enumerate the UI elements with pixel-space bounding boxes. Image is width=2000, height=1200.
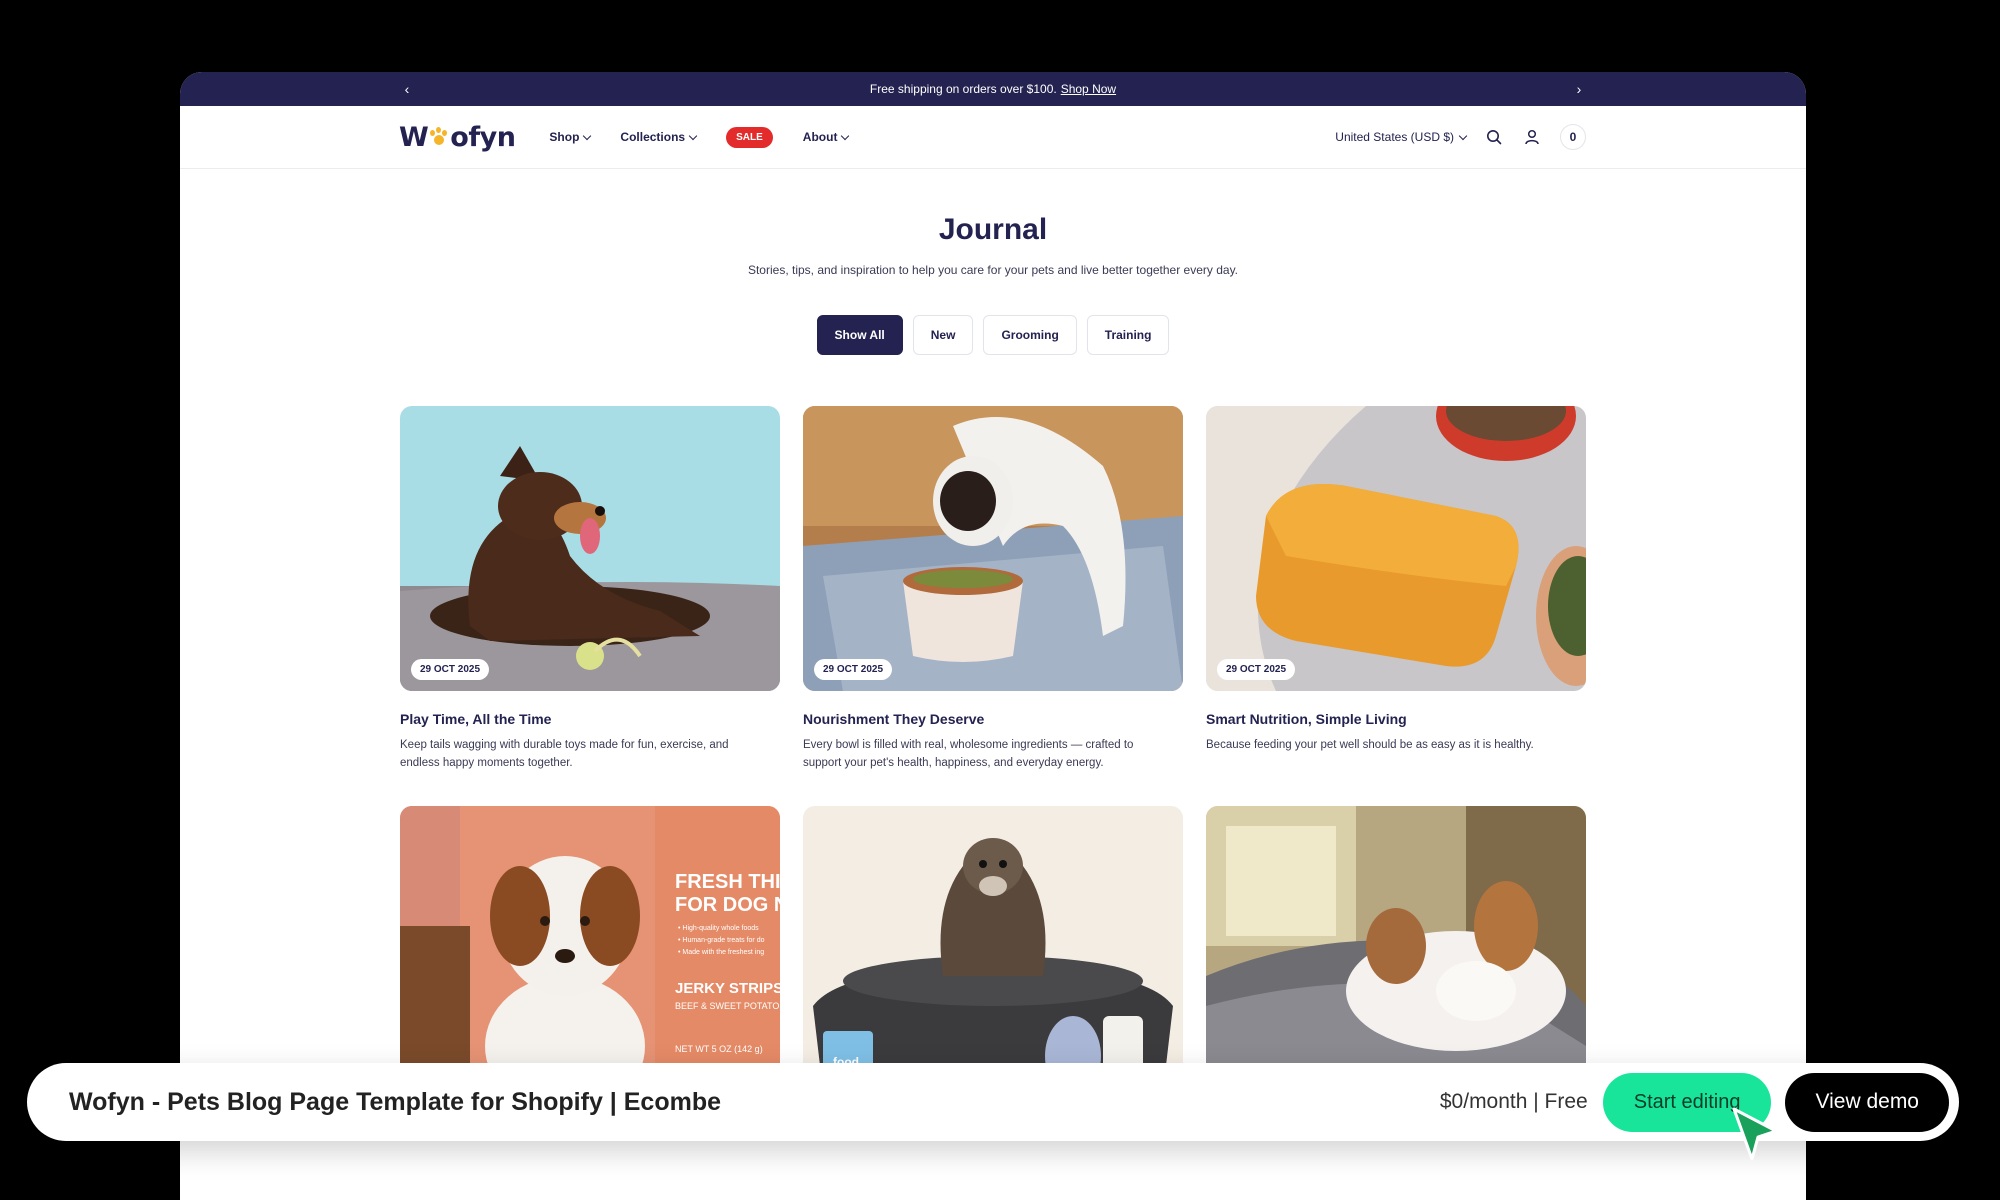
article-image[interactable]: FRESH THINKI FOR DOG NUTR • High-quality… (400, 806, 780, 1091)
user-icon[interactable] (1522, 127, 1542, 147)
announcement-text: Free shipping on orders over $100. (869, 82, 1057, 96)
template-title: Wofyn - Pets Blog Page Template for Shop… (69, 1087, 721, 1116)
logo-text-right: ofyn (450, 121, 516, 153)
article-title[interactable]: Play Time, All the Time (400, 711, 780, 727)
chevron-right-icon[interactable]: › (1564, 72, 1594, 106)
search-icon[interactable] (1484, 127, 1504, 147)
chevron-down-icon (841, 131, 850, 140)
article-card[interactable]: 29 OCT 2025 Play Time, All the Time Keep… (400, 406, 780, 772)
view-demo-button[interactable]: View demo (1785, 1072, 1949, 1132)
article-excerpt: Because feeding your pet well should be … (1206, 739, 1534, 751)
cart-count[interactable]: 0 (1560, 124, 1586, 150)
paw-icon (429, 127, 449, 147)
date-badge: 29 OCT 2025 (1217, 659, 1296, 680)
article-card[interactable]: 29 OCT 2025 Smart Nutrition, Simple Livi… (1206, 406, 1586, 772)
package-text: • Made with the freshest ing (678, 949, 764, 956)
header-actions: United States (USD $) 0 (1335, 124, 1586, 150)
filter-new[interactable]: New (912, 315, 974, 355)
article-card[interactable]: FRESH THINKI FOR DOG NUTR • High-quality… (400, 806, 780, 1091)
nav-collections[interactable]: Collections (620, 130, 698, 144)
filter-show-all[interactable]: Show All (816, 315, 903, 355)
package-text: BEEF & SWEET POTATO RECIPE (675, 1001, 780, 1011)
chevron-down-icon (583, 131, 592, 140)
article-title[interactable]: Smart Nutrition, Simple Living (1206, 711, 1586, 727)
package-text: • Human-grade treats for do (678, 937, 765, 944)
package-text: FOR DOG NUTR (675, 894, 780, 916)
package-text: JERKY STRIPS (675, 980, 780, 997)
article-title[interactable]: Nourishment They Deserve (803, 711, 1183, 727)
article-image[interactable] (1206, 806, 1586, 1091)
template-price: $0/month | Free (1439, 1090, 1588, 1113)
currency-selector[interactable]: United States (USD $) (1335, 130, 1468, 144)
date-badge: 29 OCT 2025 (411, 659, 490, 680)
mouse-cursor-icon (1732, 1107, 1778, 1161)
article-image[interactable]: 29 OCT 2025 (1206, 406, 1586, 691)
filter-training[interactable]: Training (1086, 315, 1170, 355)
package-text: NET WT 5 OZ (142 g) (675, 1044, 763, 1054)
browser-frame: ‹ Free shipping on orders over $100. Sho… (180, 72, 1806, 1200)
announcement-bar: ‹ Free shipping on orders over $100. Sho… (180, 72, 1806, 106)
currency-label: United States (USD $) (1335, 130, 1454, 144)
chevron-down-icon (688, 131, 698, 140)
nav-sale[interactable]: SALE (726, 126, 773, 148)
article-card[interactable]: food (803, 806, 1183, 1091)
article-image[interactable]: 29 OCT 2025 (400, 406, 780, 691)
template-info-bar: Wofyn - Pets Blog Page Template for Shop… (27, 1063, 1959, 1141)
main-nav: Shop Collections SALE About (549, 126, 850, 148)
nav-shop-label: Shop (549, 130, 580, 144)
package-text: • High-quality whole foods (678, 925, 759, 932)
nav-collections-label: Collections (620, 130, 686, 144)
nav-about-label: About (802, 130, 838, 144)
article-card[interactable]: 29 OCT 2025 Nourishment They Deserve Eve… (803, 406, 1183, 772)
logo[interactable]: W ofyn (399, 121, 516, 153)
filter-tabs: Show All New Grooming Training (180, 315, 1806, 355)
page-title: Journal (938, 213, 1048, 246)
chevron-down-icon (1458, 131, 1468, 140)
nav-shop[interactable]: Shop (549, 130, 592, 144)
sale-badge: SALE (726, 126, 773, 148)
article-excerpt: Keep tails wagging with durable toys mad… (400, 739, 729, 769)
logo-text-left: W (399, 121, 429, 153)
article-card[interactable] (1206, 806, 1586, 1091)
site-header: W ofyn Shop Collections SALE About Unite… (180, 106, 1806, 169)
page-subtitle: Stories, tips, and inspiration to help y… (747, 263, 1239, 277)
article-excerpt: Every bowl is filled with real, wholesom… (803, 739, 1134, 769)
shop-now-link[interactable]: Shop Now (1061, 82, 1116, 96)
filter-grooming[interactable]: Grooming (983, 315, 1077, 355)
article-image[interactable]: 29 OCT 2025 (803, 406, 1183, 691)
article-grid: 29 OCT 2025 Play Time, All the Time Keep… (400, 406, 1587, 1091)
article-image[interactable]: food (803, 806, 1183, 1091)
date-badge: 29 OCT 2025 (814, 659, 893, 680)
template-actions: $0/month | Free Start editing View demo (1439, 1072, 1949, 1132)
package-text: FRESH THINKI (675, 871, 780, 893)
nav-about[interactable]: About (802, 130, 850, 144)
chevron-left-icon[interactable]: ‹ (392, 72, 422, 106)
